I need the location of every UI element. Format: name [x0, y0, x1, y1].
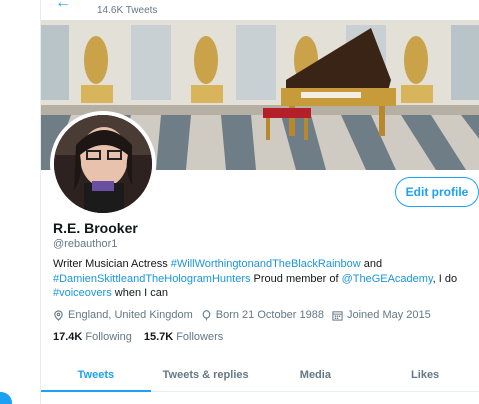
- bio-mention-link[interactable]: @TheGEAcademy: [342, 273, 433, 285]
- profile-header-bar: ← 14.6K Tweets: [41, 0, 479, 20]
- bio-hashtag-link[interactable]: #voiceovers: [53, 287, 112, 299]
- bio-text: , I do: [432, 272, 458, 285]
- profile-column: ← 14.6K Tweets Edit profile R.E. Brooker…: [40, 0, 479, 404]
- follow-stats: 17.4K Following 15.7K Followers: [53, 331, 235, 343]
- bio-text: Writer Musician Actress: [53, 258, 171, 270]
- bio-hashtag-link[interactable]: #DamienSkittleandTheHologramHunters: [53, 273, 250, 285]
- birthday-item: Born 21 October 1988: [201, 309, 324, 321]
- profile-handle: @rebauthor1: [53, 238, 118, 250]
- location-item: England, United Kingdom: [53, 309, 193, 321]
- tab-media[interactable]: Media: [261, 358, 371, 391]
- following-count: 17.4K: [53, 331, 83, 343]
- location-pin-icon: [54, 309, 63, 321]
- joined-text: Joined May 2015: [347, 309, 431, 321]
- compose-button[interactable]: [0, 392, 12, 404]
- following-link[interactable]: 17.4K Following: [53, 331, 132, 343]
- back-arrow-icon[interactable]: ←: [55, 0, 71, 12]
- profile-bio: Writer Musician Actress #WillWorthington…: [53, 257, 473, 301]
- following-label: Following: [85, 331, 132, 343]
- tab-tweets-and-replies[interactable]: Tweets & replies: [151, 358, 261, 391]
- location-text: England, United Kingdom: [68, 309, 193, 321]
- profile-tabs: Tweets Tweets & replies Media Likes: [41, 358, 479, 392]
- bio-text: and: [360, 258, 383, 270]
- bio-hashtag-link[interactable]: #WillWorthingtonandTheBlackRainbow: [171, 258, 361, 270]
- left-navigation-rail: [0, 0, 40, 404]
- joined-item: Joined May 2015: [332, 309, 431, 321]
- edit-profile-button[interactable]: Edit profile: [395, 177, 479, 207]
- bio-text: when I can: [111, 287, 168, 299]
- birthday-text: Born 21 October 1988: [215, 309, 324, 321]
- bio-text: Proud member of: [250, 272, 342, 285]
- avatar-image: [54, 115, 152, 213]
- avatar[interactable]: [50, 111, 156, 217]
- profile-name: R.E. Brooker: [53, 220, 138, 236]
- tweet-count: 14.6K Tweets: [97, 5, 158, 16]
- followers-link[interactable]: 15.7K Followers: [144, 331, 223, 343]
- tab-likes[interactable]: Likes: [370, 358, 479, 391]
- tab-tweets[interactable]: Tweets: [41, 358, 151, 392]
- calendar-icon: [332, 310, 343, 321]
- balloon-icon: [202, 309, 211, 321]
- followers-label: Followers: [176, 331, 224, 343]
- profile-meta: England, United Kingdom Born 21 October …: [53, 309, 439, 321]
- followers-count: 15.7K: [143, 331, 174, 343]
